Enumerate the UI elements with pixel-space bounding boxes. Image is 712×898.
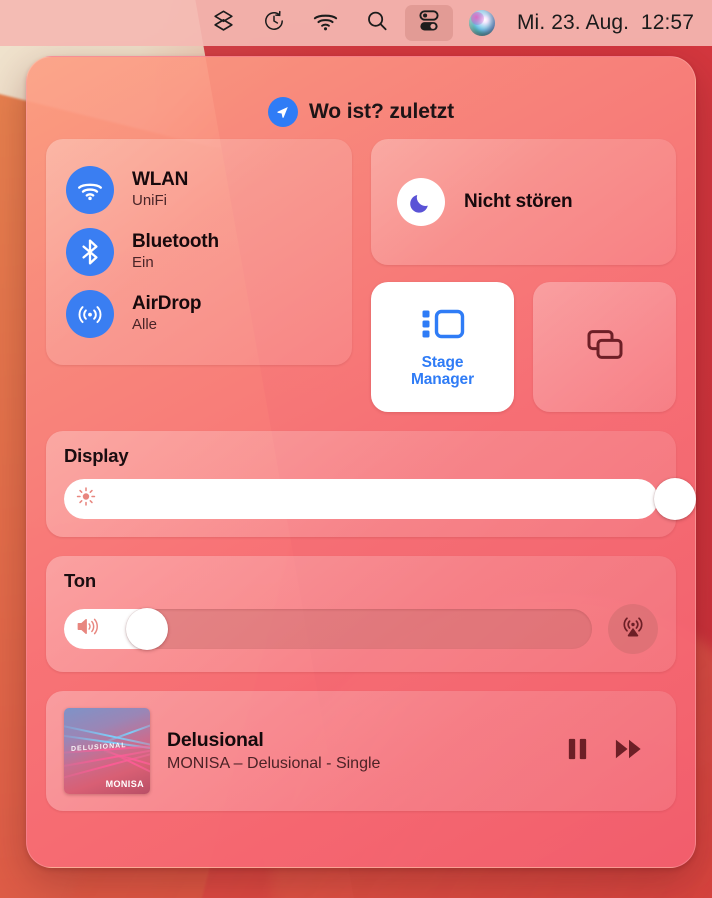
media-section: DELUSIONAL MONISA Delusional MONISA – De… [46, 691, 676, 811]
control-center-panel: Wo ist? zuletzt WLAN UniFi Bluetooth Ein… [26, 56, 696, 868]
track-title: Delusional [167, 728, 264, 751]
now-playing-text: Delusional MONISA – Delusional - Single [167, 729, 548, 774]
volume-slider-knob[interactable] [126, 608, 168, 650]
sound-title: Ton [64, 570, 96, 591]
menu-bar-item-layers[interactable] [198, 0, 249, 46]
menu-bar: Mi. 23. Aug. 12:57 [0, 0, 712, 46]
control-center-top-row: WLAN UniFi Bluetooth Ein AirDrop Alle Ni… [27, 139, 695, 412]
menu-bar-item-control-center[interactable] [404, 5, 453, 41]
control-center-right-column: Nicht stören Stage Manager [371, 139, 676, 412]
airdrop-title: AirDrop [132, 293, 202, 315]
airplay-audio-icon [620, 614, 646, 645]
focus-label: Nicht stören [464, 191, 573, 212]
tile-stage-manager[interactable]: Stage Manager [371, 282, 514, 412]
airdrop-icon [66, 290, 114, 338]
bluetooth-icon [66, 228, 114, 276]
menu-bar-item-wifi[interactable] [299, 0, 352, 46]
menu-bar-status-items: Mi. 23. Aug. 12:57 [198, 0, 712, 46]
menu-bar-clock[interactable]: Mi. 23. Aug. 12:57 [508, 11, 698, 35]
airplay-audio-button[interactable] [608, 604, 658, 654]
brightness-slider[interactable] [64, 478, 696, 520]
control-center-small-tiles: Stage Manager [371, 282, 676, 412]
time-machine-icon [262, 9, 286, 38]
connectivity-tile: WLAN UniFi Bluetooth Ein AirDrop Alle [46, 139, 352, 365]
fast-forward-button[interactable] [613, 735, 644, 768]
siri-icon [468, 10, 495, 36]
menu-bar-item-siri[interactable] [456, 0, 508, 46]
toggle-airdrop[interactable]: AirDrop Alle [46, 283, 352, 345]
screen: Mi. 23. Aug. 12:57 Wo ist? zuletzt WLAN … [0, 0, 712, 898]
display-section: Display [46, 431, 696, 537]
menu-bar-item-spotlight[interactable] [352, 0, 402, 46]
pause-button[interactable] [565, 735, 590, 768]
stage-manager-label-line1: Stage [421, 353, 464, 371]
stage-manager-label-line2: Manager [410, 371, 475, 388]
display-title: Display [64, 445, 129, 466]
bluetooth-text: Bluetooth Ein [132, 231, 219, 272]
album-artwork[interactable]: DELUSIONAL MONISA [64, 708, 150, 794]
media-controls [565, 735, 658, 768]
wifi-title: WLAN [132, 169, 189, 191]
volume-slider[interactable] [64, 608, 592, 650]
airdrop-status: Alle [132, 315, 158, 333]
sound-section: Ton [46, 556, 676, 672]
location-arrow-icon [267, 97, 298, 127]
bluetooth-status: Ein [132, 253, 154, 271]
page-title: Wo ist? zuletzt [308, 100, 455, 123]
toggle-wifi[interactable]: WLAN UniFi [46, 159, 352, 221]
brightness-slider-fill [64, 479, 658, 519]
tile-screen-mirroring[interactable] [533, 282, 676, 412]
wifi-text: WLAN UniFi [132, 169, 189, 210]
sound-slider-row [64, 604, 658, 654]
control-center-header: Wo ist? zuletzt [27, 85, 695, 139]
wifi-icon [312, 10, 339, 37]
album-art-artist-text: MONISA [105, 779, 144, 789]
search-icon [365, 9, 389, 38]
menu-bar-item-time-machine[interactable] [249, 0, 299, 46]
album-art-title-text: DELUSIONAL [71, 742, 127, 753]
moon-icon [397, 178, 445, 226]
brightness-slider-knob[interactable] [654, 478, 696, 520]
toggle-bluetooth[interactable]: Bluetooth Ein [46, 221, 352, 283]
display-slider-row [64, 478, 696, 520]
track-subtitle: MONISA – Delusional - Single [167, 755, 381, 773]
focus-do-not-disturb-tile[interactable]: Nicht stören [371, 139, 676, 265]
wifi-status: UniFi [132, 191, 168, 209]
wifi-icon [66, 166, 114, 214]
airdrop-text: AirDrop Alle [132, 293, 202, 334]
now-playing: DELUSIONAL MONISA Delusional MONISA – De… [46, 691, 676, 811]
stage-manager-label: Stage Manager [411, 354, 474, 389]
screen-mirroring-icon [583, 326, 627, 369]
bluetooth-title: Bluetooth [132, 231, 219, 253]
control-center-icon [416, 9, 442, 38]
stage-manager-icon [420, 306, 466, 347]
layers-stack-icon [211, 8, 236, 38]
